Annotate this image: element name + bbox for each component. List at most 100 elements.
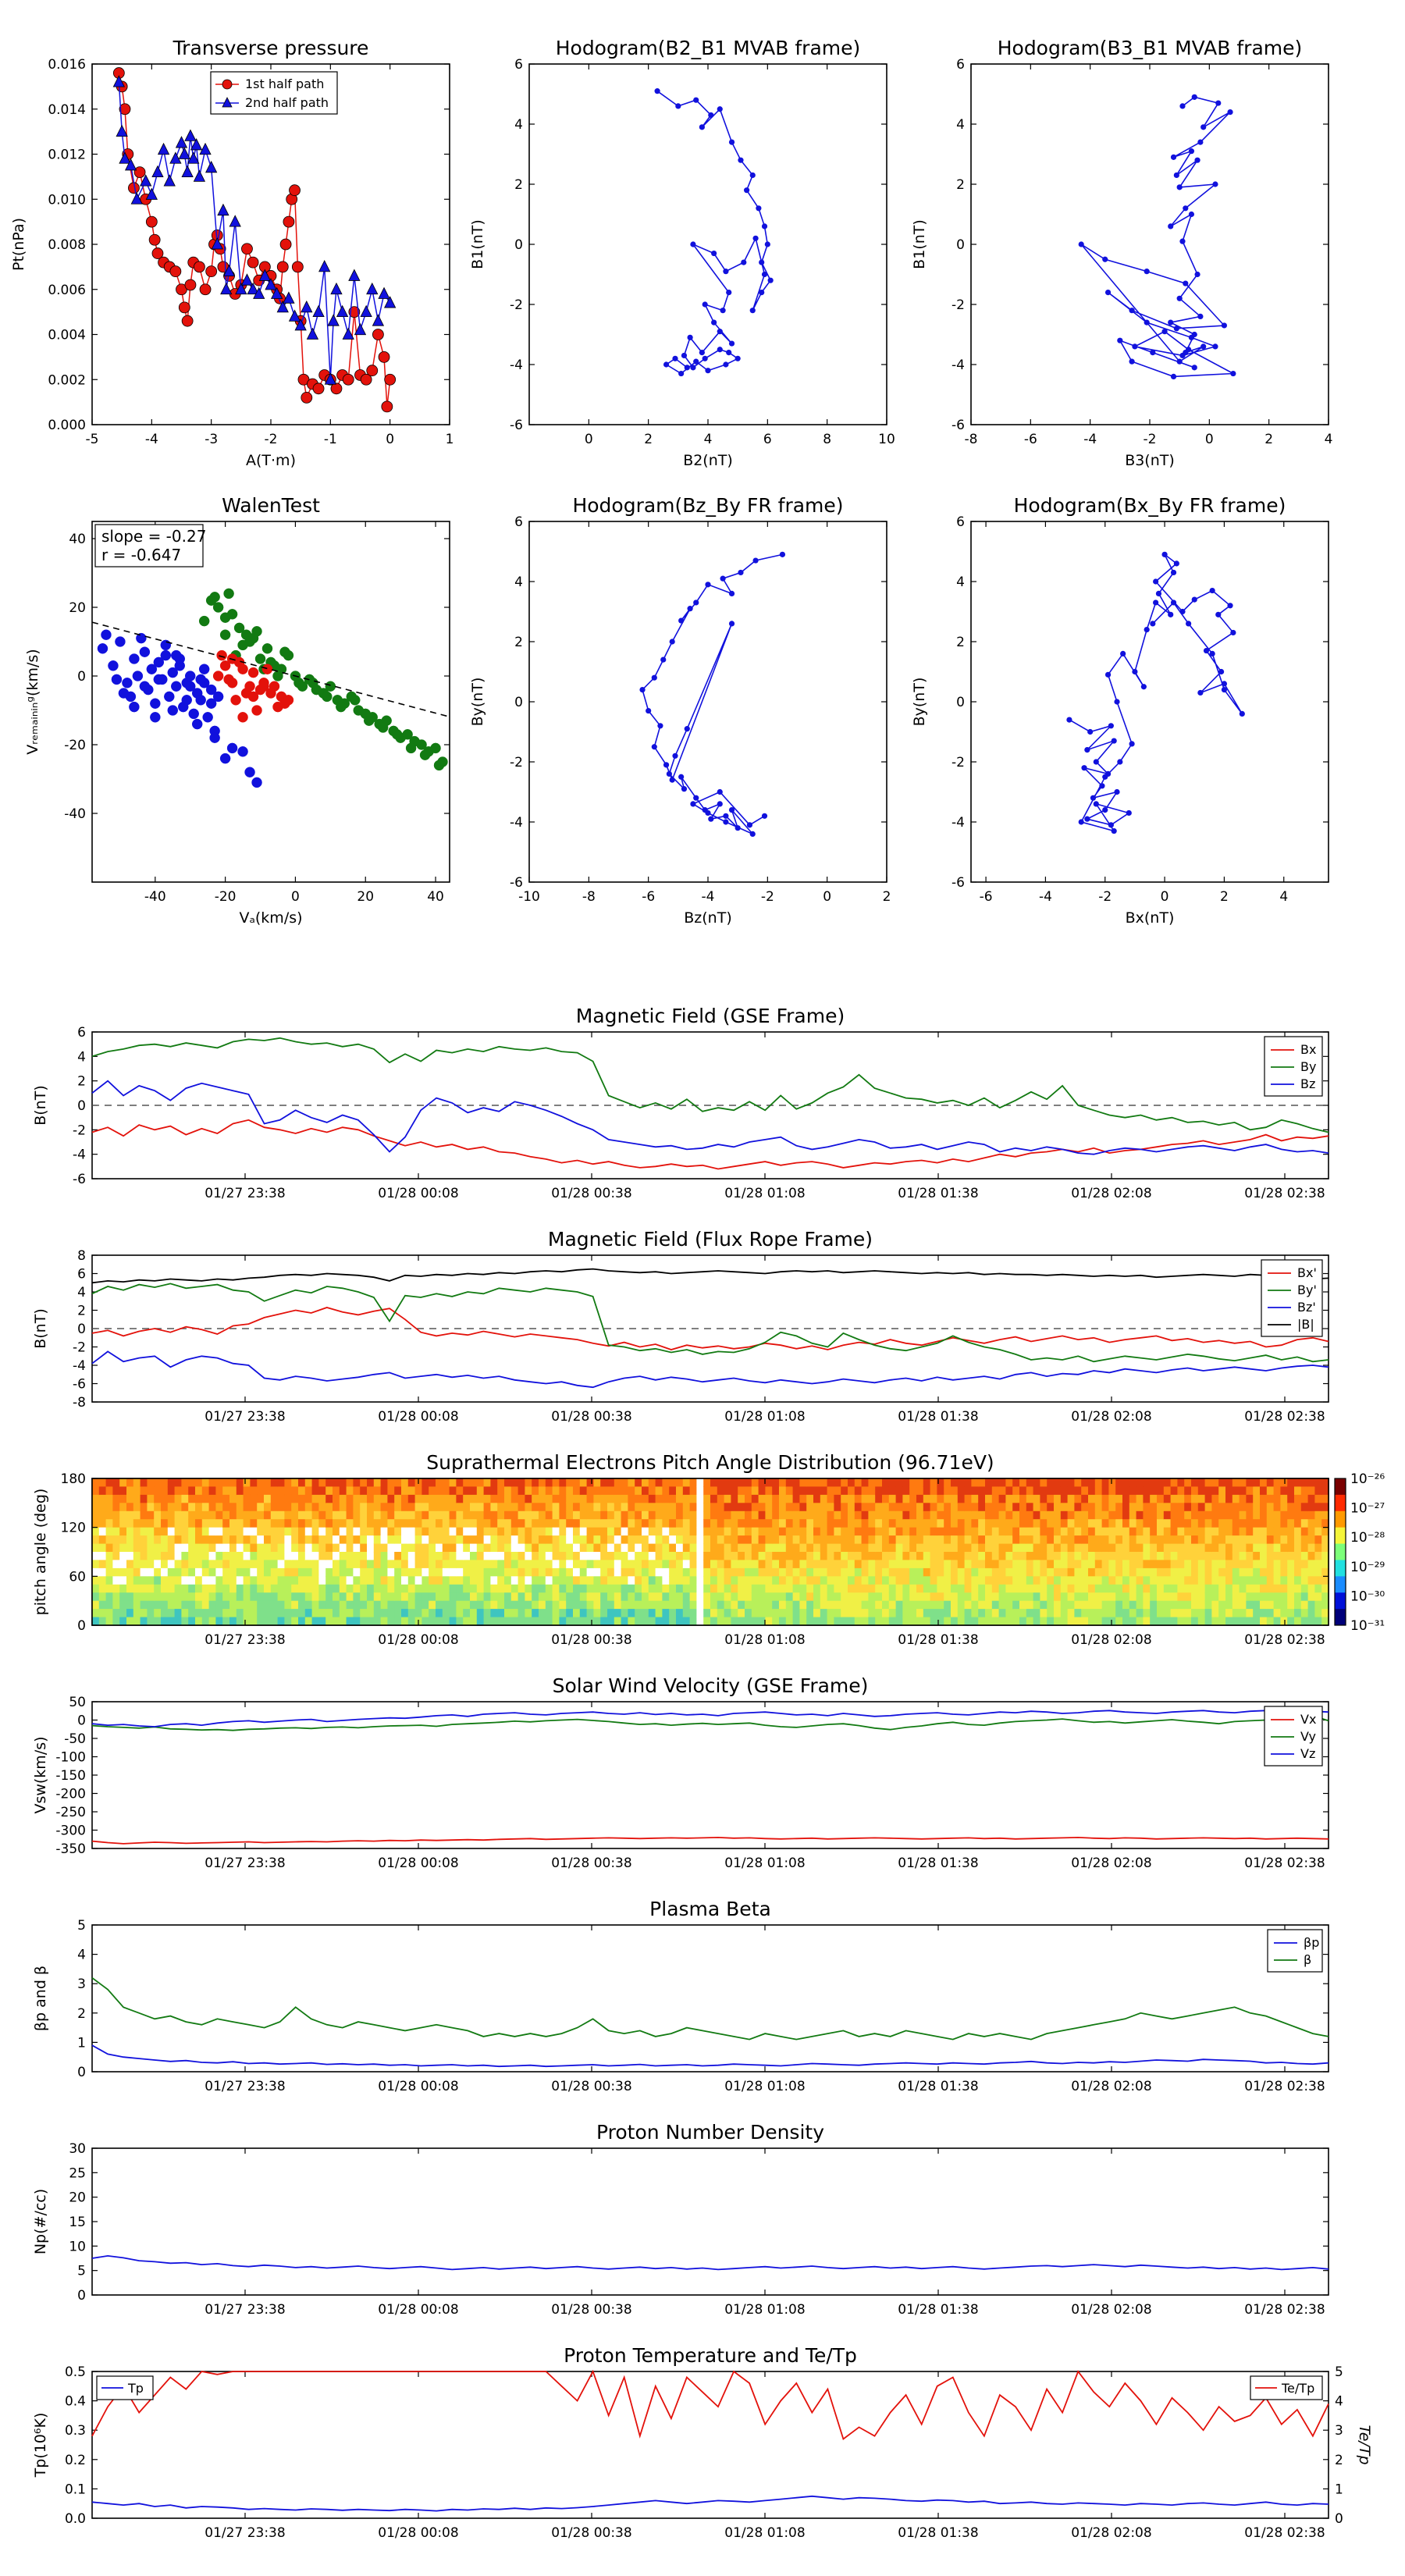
heatmap-cell xyxy=(985,1519,993,1528)
heatmap-cell xyxy=(1157,1543,1165,1553)
heatmap-cell xyxy=(1218,1494,1226,1503)
heatmap-cell xyxy=(827,1503,834,1512)
heatmap-cell xyxy=(1108,1617,1116,1626)
heatmap-cell xyxy=(724,1560,731,1569)
heatmap-cell xyxy=(1170,1576,1178,1585)
heatmap-cell xyxy=(545,1527,553,1536)
y-tick-label: 0.3 xyxy=(65,2423,86,2439)
heatmap-cell xyxy=(373,1584,382,1593)
heatmap-cell xyxy=(1108,1584,1116,1593)
heatmap-cell xyxy=(669,1503,677,1512)
heatmap-cell xyxy=(813,1543,821,1553)
heatmap-cell xyxy=(1307,1592,1315,1602)
data-point xyxy=(160,649,172,661)
heatmap-cell xyxy=(1081,1576,1089,1585)
heatmap-cell xyxy=(497,1560,505,1569)
heatmap-cell xyxy=(875,1510,883,1520)
heatmap-cell xyxy=(676,1560,684,1569)
heatmap-cell xyxy=(696,1600,704,1610)
heatmap-cell xyxy=(614,1543,622,1553)
heatmap-cell xyxy=(394,1478,402,1487)
heatmap-cell xyxy=(827,1552,834,1560)
heatmap-cell xyxy=(1101,1584,1109,1593)
heatmap-cell xyxy=(1197,1567,1206,1577)
heatmap-cell xyxy=(957,1478,966,1487)
heatmap-cell xyxy=(1067,1543,1075,1553)
heatmap-cell xyxy=(333,1503,340,1512)
heatmap-cell xyxy=(1163,1519,1172,1528)
heatmap-cell xyxy=(367,1560,375,1569)
heatmap-cell xyxy=(422,1600,429,1610)
heatmap-cell xyxy=(799,1543,807,1553)
heatmap-cell xyxy=(401,1584,409,1593)
y-axis-label: B(nT) xyxy=(32,1085,49,1126)
heatmap-cell xyxy=(133,1486,141,1496)
heatmap-cell xyxy=(875,1527,883,1536)
heatmap-cell xyxy=(236,1584,244,1593)
data-point xyxy=(247,667,259,678)
heatmap-cell xyxy=(579,1567,588,1577)
heatmap-cell xyxy=(311,1552,319,1560)
heatmap-cell xyxy=(573,1527,581,1536)
heatmap-cell xyxy=(971,1535,979,1545)
heatmap-cell xyxy=(1012,1609,1020,1618)
heatmap-cell xyxy=(662,1567,670,1577)
data-point xyxy=(720,308,726,314)
heatmap-cell xyxy=(957,1600,966,1610)
heatmap-cell xyxy=(1122,1567,1130,1577)
heatmap-cell xyxy=(277,1617,285,1626)
heatmap-cell xyxy=(806,1494,814,1503)
heatmap-cell xyxy=(470,1609,478,1618)
heatmap-cell xyxy=(525,1535,532,1545)
heatmap-cell xyxy=(1260,1478,1268,1487)
heatmap-cell xyxy=(758,1527,766,1536)
x-tick-label: -1 xyxy=(324,432,337,447)
heatmap-cell xyxy=(1136,1552,1144,1560)
heatmap-cell xyxy=(401,1478,409,1487)
heatmap-cell xyxy=(1239,1503,1247,1512)
heatmap-cell xyxy=(717,1535,725,1545)
heatmap-cell xyxy=(937,1609,944,1618)
heatmap-cell xyxy=(765,1567,773,1577)
heatmap-cell xyxy=(277,1503,285,1512)
heatmap-cell xyxy=(655,1584,663,1593)
heatmap-cell xyxy=(566,1543,574,1553)
heatmap-cell xyxy=(1026,1552,1034,1560)
heatmap-cell xyxy=(676,1543,684,1553)
heatmap-cell xyxy=(820,1609,828,1618)
heatmap-cell xyxy=(1218,1527,1226,1536)
heatmap-cell xyxy=(250,1592,258,1602)
heatmap-cell xyxy=(215,1478,223,1487)
heatmap-cell xyxy=(607,1519,615,1528)
heatmap-cell xyxy=(394,1584,402,1593)
heatmap-cell xyxy=(566,1560,574,1569)
heatmap-cell xyxy=(1060,1543,1069,1553)
heatmap-cell xyxy=(868,1609,876,1618)
heatmap-cell xyxy=(1300,1535,1309,1545)
heatmap-cell xyxy=(325,1527,333,1536)
heatmap-cell xyxy=(792,1552,800,1560)
heatmap-cell xyxy=(1019,1560,1027,1569)
heatmap-cell xyxy=(937,1535,944,1545)
heatmap-cell xyxy=(1115,1617,1123,1626)
heatmap-cell xyxy=(257,1560,265,1569)
heatmap-cell xyxy=(188,1519,196,1528)
heatmap-cell xyxy=(1094,1609,1103,1618)
heatmap-cell xyxy=(532,1592,539,1602)
heatmap-cell xyxy=(1033,1617,1040,1626)
heatmap-cell xyxy=(964,1584,972,1593)
heatmap-cell xyxy=(394,1560,402,1569)
heatmap-cell xyxy=(367,1584,375,1593)
heatmap-cell xyxy=(600,1552,608,1560)
data-point xyxy=(764,241,770,247)
heatmap-cell xyxy=(229,1535,237,1545)
heatmap-cell xyxy=(1266,1567,1275,1577)
heatmap-cell xyxy=(758,1535,766,1545)
heatmap-cell xyxy=(566,1535,574,1545)
heatmap-cell xyxy=(456,1584,464,1593)
heatmap-cell xyxy=(1225,1494,1233,1503)
heatmap-cell xyxy=(490,1543,498,1553)
data-point xyxy=(195,674,206,685)
data-point xyxy=(132,671,144,681)
data-point xyxy=(1194,157,1200,163)
